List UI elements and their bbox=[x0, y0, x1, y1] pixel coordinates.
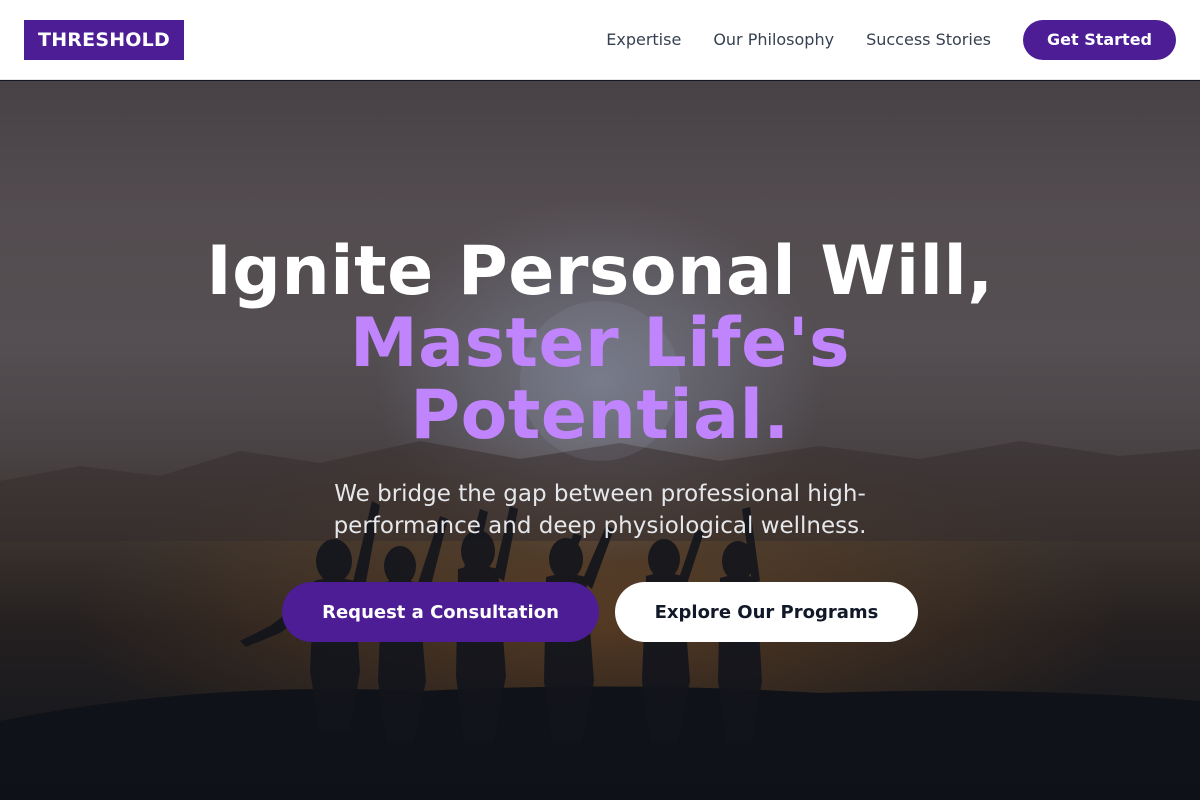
hero-headline: Ignite Personal Will, Master Life's Pote… bbox=[0, 236, 1200, 452]
nav-links: Expertise Our Philosophy Success Stories bbox=[606, 30, 991, 49]
nav-link-expertise[interactable]: Expertise bbox=[606, 30, 681, 49]
headline-accent: Master Life's Potential. bbox=[350, 304, 850, 455]
explore-programs-button[interactable]: Explore Our Programs bbox=[615, 582, 918, 642]
hero-content: Ignite Personal Will, Master Life's Pote… bbox=[0, 236, 1200, 642]
top-navbar: THRESHOLD Expertise Our Philosophy Succe… bbox=[0, 0, 1200, 80]
brand-logo[interactable]: THRESHOLD bbox=[24, 19, 184, 60]
hero-subtitle: We bridge the gap between professional h… bbox=[333, 481, 867, 539]
hero-section: Ignite Personal Will, Master Life's Pote… bbox=[0, 81, 1200, 800]
get-started-button[interactable]: Get Started bbox=[1023, 19, 1176, 60]
request-consultation-button[interactable]: Request a Consultation bbox=[282, 582, 599, 642]
hero-buttons: Request a Consultation Explore Our Progr… bbox=[0, 582, 1200, 642]
nav-link-philosophy[interactable]: Our Philosophy bbox=[713, 30, 834, 49]
headline-line-1: Ignite Personal Will, bbox=[206, 232, 994, 311]
nav-link-success-stories[interactable]: Success Stories bbox=[866, 30, 991, 49]
